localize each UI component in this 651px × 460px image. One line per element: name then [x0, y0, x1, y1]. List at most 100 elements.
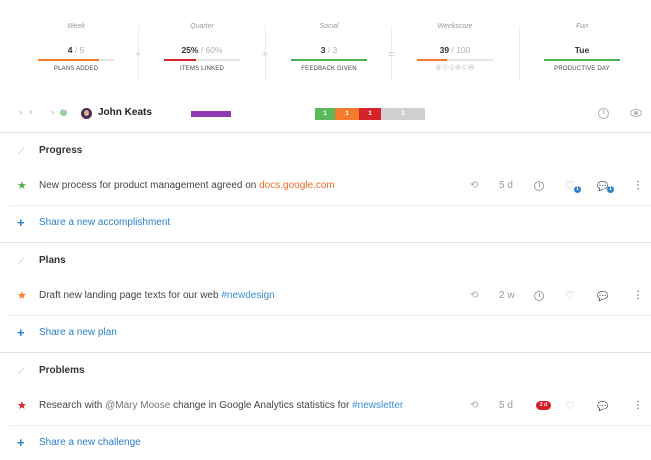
plus-icon: +	[17, 215, 25, 230]
add-plan-button[interactable]: + Share a new plan	[0, 322, 651, 344]
divider	[519, 26, 520, 81]
item-age: 5 d	[499, 180, 513, 191]
stat-progress-track	[544, 59, 620, 61]
plus-operator: +	[261, 47, 269, 61]
item-text[interactable]: New process for product management agree…	[39, 175, 335, 197]
star-icon[interactable]: ★	[17, 395, 27, 417]
stat-week[interactable]: Week 4 / 5 PLANS ADDED	[38, 22, 114, 74]
stat-progress-fill	[544, 59, 620, 61]
item-link[interactable]: docs.google.com	[259, 180, 335, 191]
user-name[interactable]: John Keats	[98, 101, 152, 125]
stat-label: Fun	[575, 23, 589, 30]
divider	[0, 242, 651, 243]
weekday-dots: ⒽⒾⒿⓀⓁⓂ	[435, 66, 475, 72]
heart-icon[interactable]: ♡	[565, 175, 575, 197]
item-hashtag[interactable]: #newdesign	[221, 290, 274, 301]
divider	[0, 132, 651, 133]
star-icon[interactable]: ★	[17, 285, 27, 307]
stat-label: Quarter	[190, 23, 214, 30]
stat-social[interactable]: Social 3 / 3 FEEDBACK GIVEN	[291, 22, 367, 74]
item-text[interactable]: Draft new landing page texts for our web…	[39, 285, 275, 307]
pin-icon[interactable]: ⟋	[18, 254, 24, 268]
stat-caption: PLANS ADDED	[53, 66, 99, 72]
stat-caption: FEEDBACK GIVEN	[301, 66, 357, 72]
star-icon[interactable]: ★	[17, 175, 27, 197]
list-item[interactable]: ★ New process for product management agr…	[0, 175, 651, 197]
status-segment-other[interactable]: 3	[381, 108, 425, 120]
stat-label: Week	[67, 23, 85, 30]
eye-icon[interactable]	[630, 109, 642, 117]
status-segment-done[interactable]: 1	[315, 108, 335, 120]
stats-header: Week 4 / 5 PLANS ADDED + Quarter 25% / 6…	[0, 22, 651, 82]
clock-icon[interactable]	[534, 291, 544, 301]
stat-value: Tue	[574, 45, 590, 55]
status-segment-problems[interactable]: 1	[359, 108, 381, 120]
pin-icon[interactable]: ⟋	[18, 364, 24, 378]
list-item[interactable]: ★ Research with @Mary Moose change in Go…	[0, 395, 651, 417]
section-title: Progress	[39, 145, 83, 156]
help-icon[interactable]: ?	[60, 109, 67, 116]
item-age: 2 w	[499, 290, 515, 301]
heart-icon[interactable]: ♡	[565, 285, 575, 307]
stat-quarter[interactable]: Quarter 25% / 60% ITEMS LINKED	[164, 22, 240, 74]
stat-progress-fill	[164, 59, 196, 61]
chevron-right-icon[interactable]: ›	[19, 101, 22, 125]
more-icon[interactable]: ⋮	[633, 285, 643, 307]
plus-icon: +	[17, 435, 25, 450]
item-hashtag[interactable]: #newsletter	[352, 400, 403, 411]
add-label[interactable]: Share a new plan	[39, 322, 117, 344]
status-segment-plans[interactable]: 1	[335, 108, 359, 120]
add-challenge-button[interactable]: + Share a new challenge	[0, 432, 651, 454]
cycle-icon[interactable]: ⟲	[470, 175, 478, 197]
clock-icon[interactable]	[598, 108, 609, 119]
section-title: Plans	[39, 255, 66, 266]
section-title: Problems	[39, 365, 85, 376]
section-header-plans: ⟋ Plans	[0, 250, 651, 272]
heart-icon[interactable]: ♡	[565, 395, 575, 417]
stat-progress-track	[164, 59, 240, 61]
divider	[10, 205, 651, 206]
stat-weekscore[interactable]: Weekscore 39 / 100 ⒽⒾⒿⓀⓁⓂ	[417, 22, 493, 73]
comment-icon[interactable]: 💬	[597, 175, 608, 197]
stat-progress-track	[417, 59, 493, 61]
user-row: › x › ? John Keats 1 1 1 3	[0, 101, 651, 125]
status-counts: 1 1 1 3	[315, 108, 425, 120]
stat-caption: PRODUCTIVE DAY	[554, 66, 610, 72]
clock-icon[interactable]	[534, 181, 544, 191]
stat-fun[interactable]: Fun Tue PRODUCTIVE DAY	[544, 22, 620, 74]
divider	[10, 425, 651, 426]
stat-caption: ITEMS LINKED	[179, 66, 225, 72]
overdue-badge[interactable]: 2 d	[536, 401, 551, 410]
avatar[interactable]	[81, 108, 92, 119]
stat-progress-track	[291, 59, 367, 61]
stat-value: 39 / 100	[439, 45, 471, 55]
comment-icon[interactable]: 💬	[597, 395, 608, 417]
comment-icon[interactable]: 💬	[597, 285, 608, 307]
comment-count-badge: 1	[607, 186, 614, 193]
close-icon[interactable]: x	[29, 101, 33, 125]
stat-progress-fill	[291, 59, 367, 61]
divider	[0, 352, 651, 353]
item-age: 5 d	[499, 400, 513, 411]
add-label[interactable]: Share a new challenge	[39, 432, 141, 454]
stat-value: 4 / 5	[67, 45, 85, 55]
item-text[interactable]: Research with @Mary Moose change in Goog…	[39, 395, 403, 417]
item-mention[interactable]: @Mary Moose	[105, 400, 170, 411]
stat-progress-track	[38, 59, 114, 61]
more-icon[interactable]: ⋮	[633, 175, 643, 197]
add-accomplishment-button[interactable]: + Share a new accomplishment	[0, 212, 651, 234]
section-header-progress: ⟋ Progress	[0, 140, 651, 162]
stat-label: Social	[319, 23, 339, 30]
cycle-icon[interactable]: ⟲	[470, 395, 478, 417]
more-icon[interactable]: ⋮	[633, 395, 643, 417]
chevron-right-icon[interactable]: ›	[51, 101, 54, 125]
like-count-badge: 1	[574, 186, 581, 193]
plus-icon: +	[17, 325, 25, 340]
pin-icon[interactable]: ⟋	[18, 144, 24, 158]
add-label[interactable]: Share a new accomplishment	[39, 212, 170, 234]
stat-progress-fill	[417, 59, 447, 61]
list-item[interactable]: ★ Draft new landing page texts for our w…	[0, 285, 651, 307]
cycle-icon[interactable]: ⟲	[470, 285, 478, 307]
divider	[10, 315, 651, 316]
section-header-problems: ⟋ Problems	[0, 360, 651, 382]
